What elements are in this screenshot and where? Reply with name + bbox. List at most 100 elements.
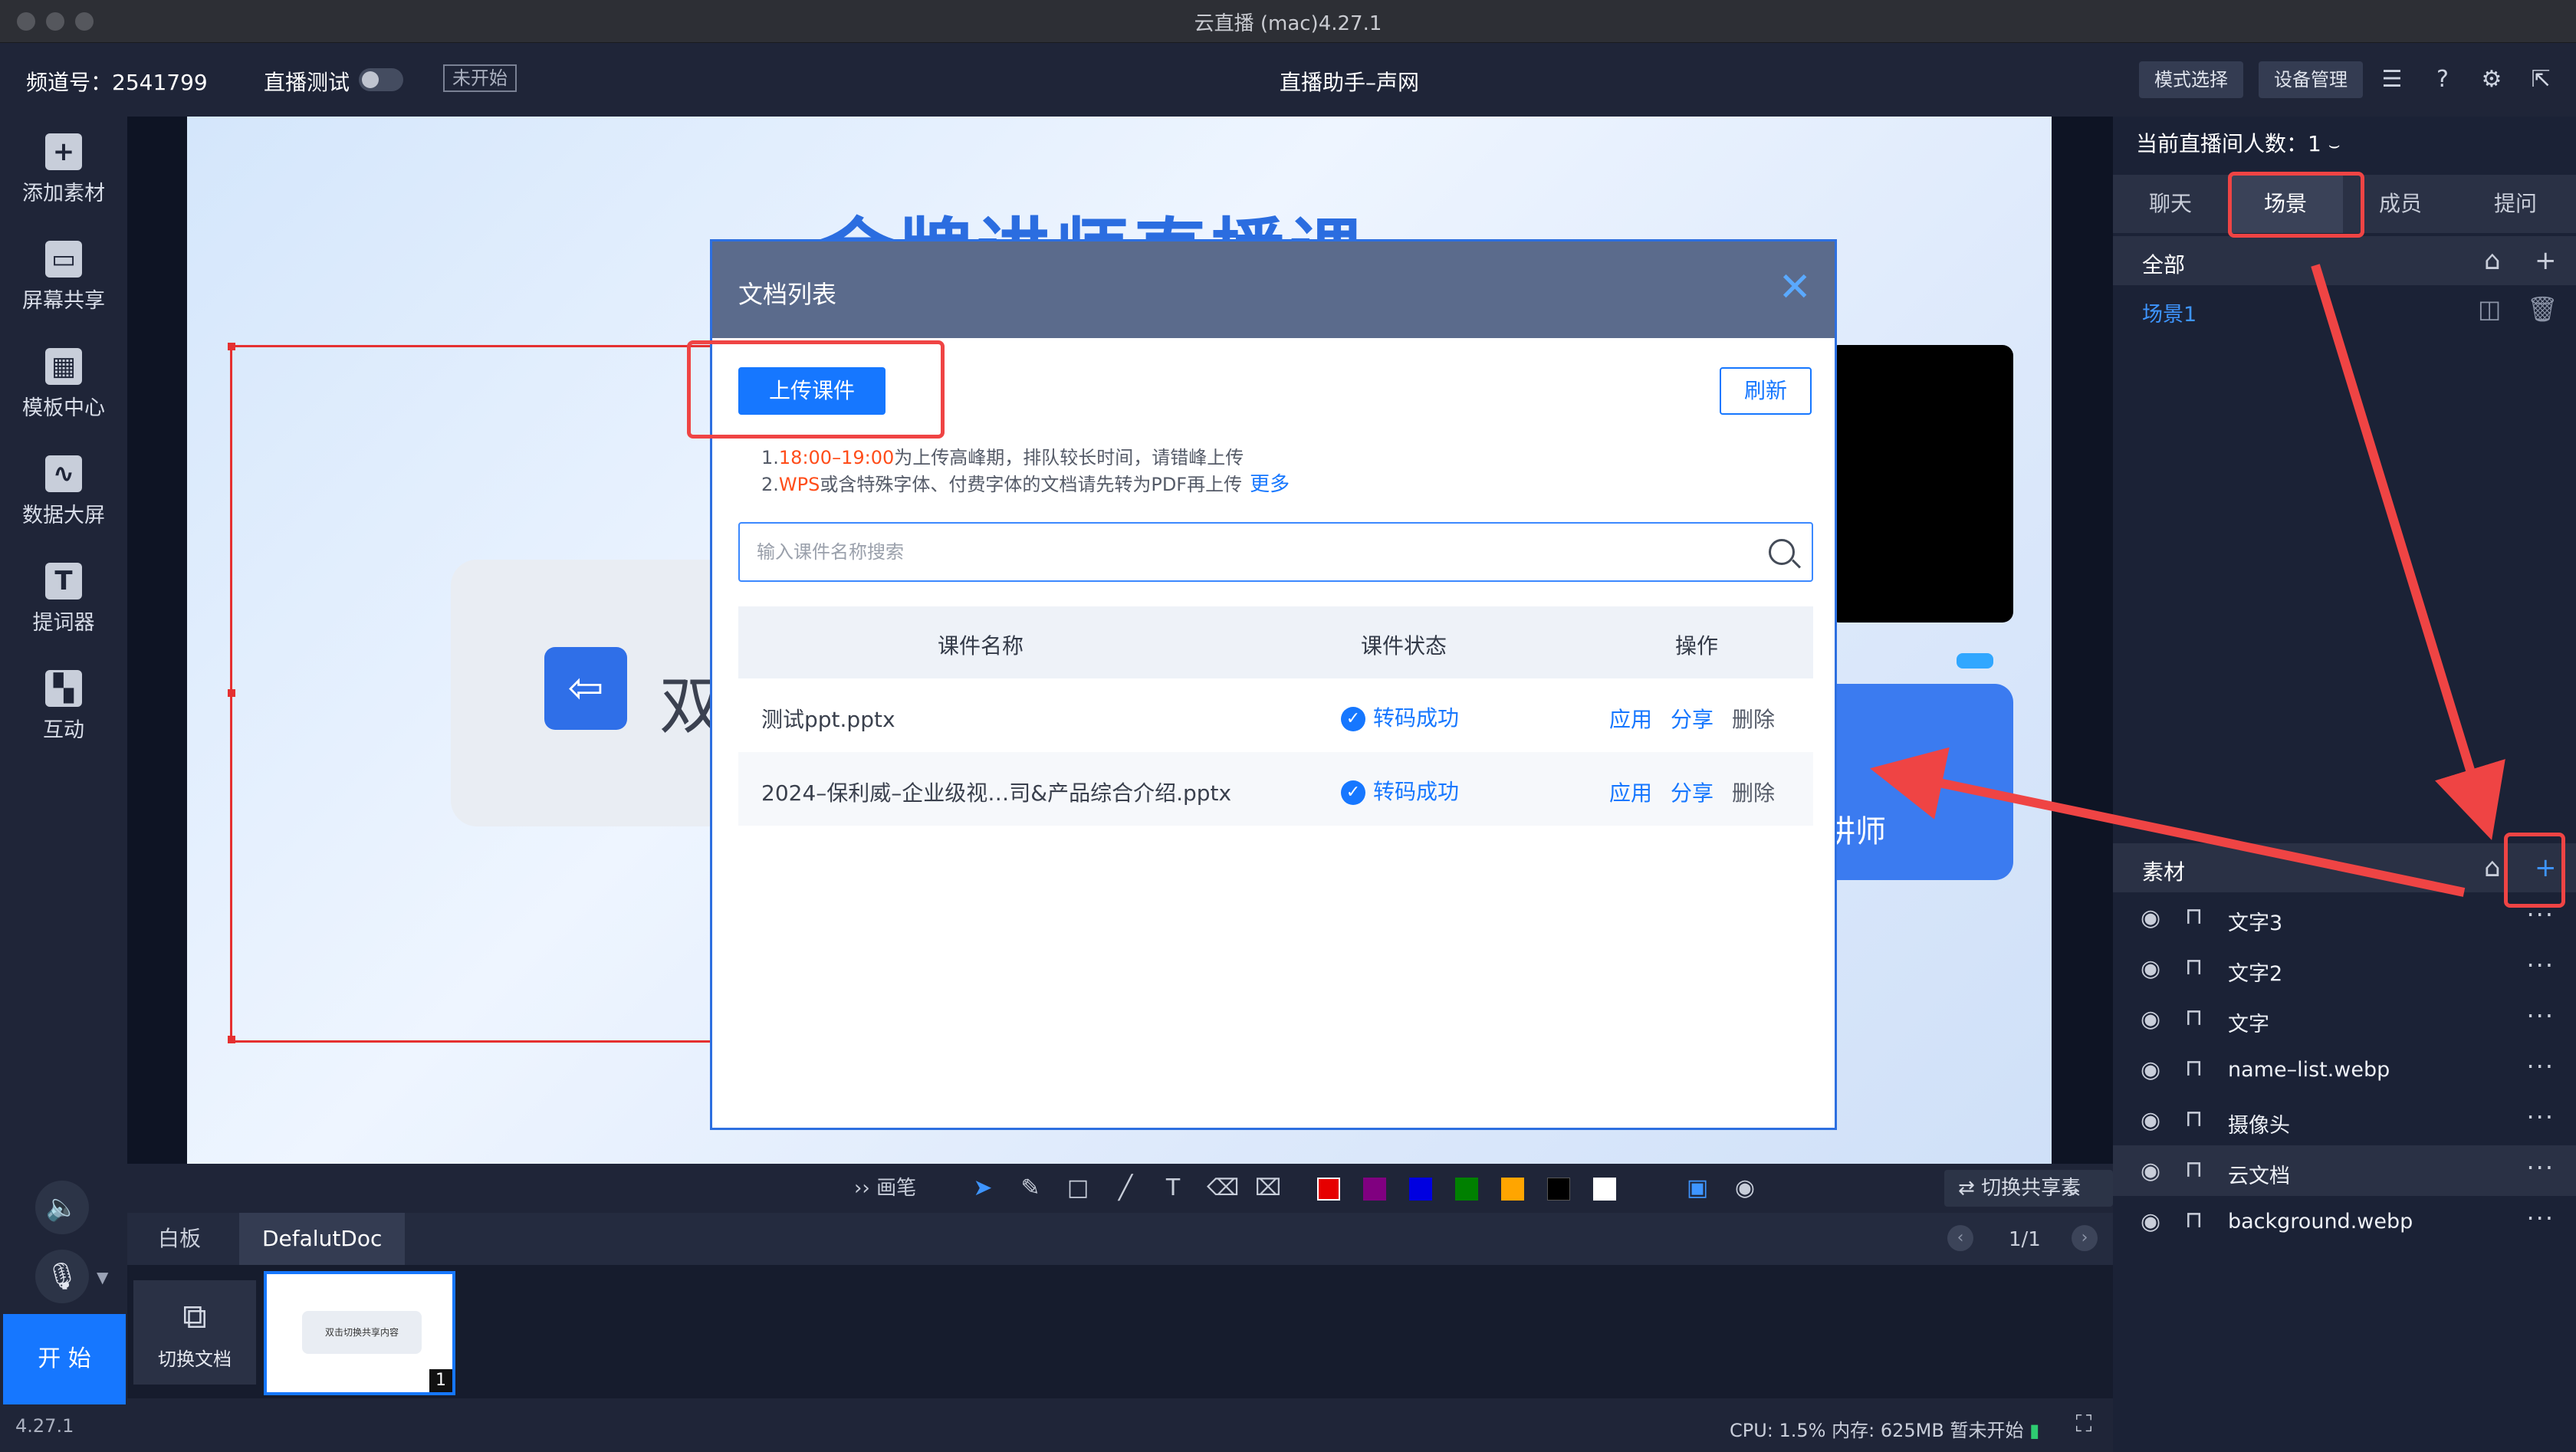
column-header-status: 课件状态 bbox=[1361, 633, 1447, 659]
live-state: 暂未开始 bbox=[1950, 1420, 2024, 1441]
interaction-icon: ▚ bbox=[45, 670, 82, 707]
switch-document-button[interactable]: ⧉ 切换文档 bbox=[133, 1280, 256, 1385]
material-item[interactable]: ◉ ⊓ background.webp ··· bbox=[2113, 1196, 2576, 1247]
add-scene-icon[interactable]: + bbox=[2535, 245, 2557, 276]
start-live-button[interactable]: 开 始 bbox=[3, 1314, 126, 1404]
check-circle-icon: ✓ bbox=[1341, 780, 1365, 805]
color-swatch-orange[interactable] bbox=[1501, 1178, 1524, 1201]
eye-icon[interactable]: ◉ bbox=[2141, 1056, 2160, 1083]
material-item[interactable]: ◉ ⊓ 文字 ··· bbox=[2113, 994, 2576, 1044]
eye-icon[interactable]: ◉ bbox=[2141, 1208, 2160, 1235]
more-options-icon[interactable]: ··· bbox=[2526, 951, 2555, 980]
delete-link[interactable]: 删除 bbox=[1732, 777, 1775, 807]
trash-icon[interactable]: 🗑 bbox=[2527, 294, 2558, 324]
menu-list-icon[interactable]: ☰ bbox=[2377, 64, 2407, 95]
cursor-icon[interactable]: ➤ bbox=[969, 1174, 997, 1202]
tab-chat[interactable]: 聊天 bbox=[2113, 175, 2228, 233]
sidebar-item-interaction[interactable]: ▚ 互动 bbox=[0, 653, 127, 753]
sidebar-item-teleprompter[interactable]: T 提词器 bbox=[0, 546, 127, 646]
unlock-icon[interactable]: ⊓ bbox=[2185, 1055, 2203, 1082]
tab-whiteboard[interactable]: 白板 bbox=[135, 1213, 224, 1265]
rectangle-icon[interactable]: □ bbox=[1064, 1174, 1092, 1202]
mic-dropdown-caret-icon[interactable]: ▼ bbox=[97, 1268, 108, 1286]
courseware-search-input[interactable] bbox=[740, 524, 1752, 580]
sidebar-item-template[interactable]: ▦ 模板中心 bbox=[0, 331, 127, 431]
share-link[interactable]: 分享 bbox=[1671, 777, 1714, 807]
share-link[interactable]: 分享 bbox=[1671, 703, 1714, 734]
layout-frame-icon[interactable]: ▣ bbox=[1684, 1174, 1711, 1202]
sidebar-item-add-material[interactable]: + 添加素材 bbox=[0, 117, 127, 216]
text-tool-icon[interactable]: T bbox=[1159, 1174, 1187, 1202]
material-item[interactable]: ◉ ⊓ 云文档 ··· bbox=[2113, 1145, 2576, 1196]
material-item[interactable]: ◉ ⊓ 文字2 ··· bbox=[2113, 943, 2576, 994]
scene-layout-icon[interactable]: ◫ bbox=[2478, 294, 2501, 324]
resize-handle[interactable] bbox=[228, 689, 235, 697]
color-swatch-purple[interactable] bbox=[1363, 1178, 1386, 1201]
more-link[interactable]: 更多 bbox=[1250, 473, 1290, 496]
resize-handle[interactable] bbox=[228, 1036, 235, 1043]
more-options-icon[interactable]: ··· bbox=[2526, 1001, 2555, 1030]
next-page-icon[interactable]: › bbox=[2072, 1225, 2098, 1251]
more-options-icon[interactable]: ··· bbox=[2526, 1153, 2555, 1182]
upload-notice-1: 1.18:00–19:00为上传高峰期，排队较长时间，请错峰上传 bbox=[761, 447, 1244, 468]
eye-icon[interactable]: ◉ bbox=[2141, 905, 2160, 931]
fullscreen-icon[interactable]: ⛶ bbox=[2070, 1411, 2098, 1438]
unlock-icon[interactable]: ⊓ bbox=[2185, 1004, 2203, 1031]
live-test-toggle[interactable] bbox=[359, 68, 403, 91]
more-options-icon[interactable]: ··· bbox=[2526, 1204, 2555, 1233]
sidebar-item-data-screen[interactable]: ∿ 数据大屏 bbox=[0, 439, 127, 538]
signal-icon: ▮ bbox=[2029, 1420, 2040, 1441]
delete-link[interactable]: 删除 bbox=[1732, 703, 1775, 734]
mode-select-button[interactable]: 模式选择 bbox=[2139, 61, 2243, 98]
more-options-icon[interactable]: ··· bbox=[2526, 1052, 2555, 1081]
column-header-name: 课件名称 bbox=[938, 633, 1024, 659]
page-thumbnail[interactable]: 双击切换共享内容 1 bbox=[264, 1271, 455, 1395]
scene-item[interactable]: 场景1 ◫ 🗑 bbox=[2113, 284, 2576, 334]
tab-default-doc[interactable]: DefalutDoc bbox=[239, 1213, 406, 1265]
speaker-icon[interactable]: 🔈 bbox=[35, 1181, 89, 1234]
eye-icon[interactable]: ◉ bbox=[2141, 1107, 2160, 1134]
unlock-icon[interactable]: ⊓ bbox=[2185, 1156, 2203, 1183]
unlock-icon[interactable]: ⊓ bbox=[2185, 954, 2203, 981]
microphone-icon[interactable]: 🎙 bbox=[35, 1250, 89, 1303]
sidebar-item-screen-share[interactable]: ▭ 屏幕共享 bbox=[0, 224, 127, 324]
close-icon[interactable]: ✕ bbox=[1778, 268, 1812, 307]
refresh-button[interactable]: 刷新 bbox=[1720, 367, 1812, 415]
eye-icon[interactable]: ◉ bbox=[2141, 955, 2160, 982]
search-icon[interactable] bbox=[1769, 539, 1795, 565]
switch-share-material-button[interactable]: ⇄ 切换共享素材 bbox=[1944, 1170, 2113, 1237]
cpu-usage: CPU: 1.5% bbox=[1730, 1420, 1826, 1441]
color-swatch-black[interactable] bbox=[1547, 1178, 1570, 1201]
selection-box[interactable] bbox=[228, 343, 736, 1043]
prev-page-icon[interactable]: ‹ bbox=[1947, 1225, 1973, 1251]
color-swatch-white[interactable] bbox=[1593, 1178, 1616, 1201]
color-swatch-blue[interactable] bbox=[1409, 1178, 1432, 1201]
material-item[interactable]: ◉ ⊓ name–list.webp ··· bbox=[2113, 1044, 2576, 1095]
pen-toolbar-toggle[interactable]: ›› 画笔 bbox=[854, 1174, 969, 1202]
more-options-icon[interactable]: ··· bbox=[2526, 1102, 2555, 1132]
eye-icon[interactable]: ◉ bbox=[2141, 1006, 2160, 1033]
tab-questions[interactable]: 提问 bbox=[2458, 175, 2573, 233]
material-item[interactable]: ◉ ⊓ 摄像头 ··· bbox=[2113, 1095, 2576, 1145]
unlock-icon[interactable]: ⊓ bbox=[2185, 903, 2203, 930]
eraser-icon[interactable]: ⌫ bbox=[1207, 1174, 1239, 1202]
record-dot-icon[interactable]: ◉ bbox=[1731, 1174, 1759, 1202]
unlock-icon[interactable]: ⊓ bbox=[2185, 1105, 2203, 1132]
pencil-icon[interactable]: ✎ bbox=[1017, 1174, 1044, 1202]
settings-gear-icon[interactable]: ⚙ bbox=[2476, 64, 2507, 95]
material-store-icon[interactable]: ⌂ bbox=[2484, 852, 2501, 883]
color-swatch-green[interactable] bbox=[1455, 1178, 1478, 1201]
collapse-chevron-icon[interactable]: ⌄ bbox=[2059, 1174, 2087, 1202]
scene-store-icon[interactable]: ⌂ bbox=[2484, 245, 2501, 276]
apply-link[interactable]: 应用 bbox=[1609, 703, 1652, 734]
color-swatch-red[interactable] bbox=[1317, 1178, 1340, 1201]
eye-icon[interactable]: ◉ bbox=[2141, 1158, 2160, 1184]
apply-link[interactable]: 应用 bbox=[1609, 777, 1652, 807]
resize-handle[interactable] bbox=[228, 343, 235, 350]
popout-icon[interactable]: ⇱ bbox=[2525, 64, 2556, 95]
device-manage-button[interactable]: 设备管理 bbox=[2259, 61, 2363, 98]
unlock-icon[interactable]: ⊓ bbox=[2185, 1207, 2203, 1234]
clear-brush-icon[interactable]: ⌧ bbox=[1254, 1174, 1282, 1202]
line-icon[interactable]: ╱ bbox=[1112, 1174, 1139, 1202]
help-icon[interactable]: ? bbox=[2427, 64, 2458, 95]
